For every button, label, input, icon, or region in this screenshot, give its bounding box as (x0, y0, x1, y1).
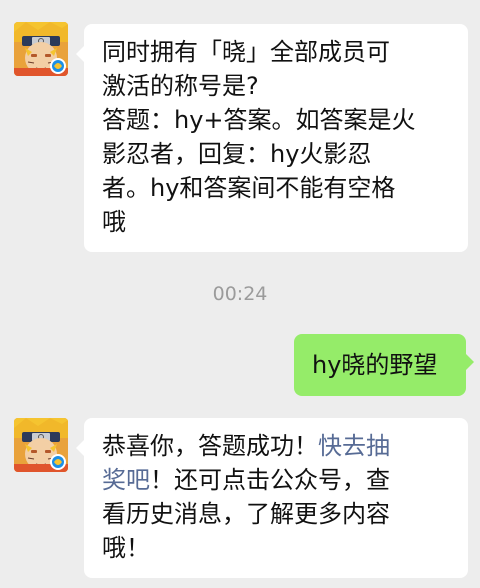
message-text: 恭喜你，答题成功！ (102, 432, 318, 460)
message-text: hy晓的野望 (312, 351, 438, 379)
message-bubble[interactable]: 恭喜你，答题成功！快去抽 奖吧！还可点击公众号，查 看历史消息，了解更多内容 哦… (76, 418, 468, 578)
message-line: 答题：hy+答案。如答案是火 (102, 106, 416, 134)
timestamp: 00:24 (212, 283, 268, 305)
avatar[interactable] (14, 418, 68, 472)
ninja-avatar-icon (14, 22, 68, 76)
message-line: 者。hy和答案间不能有空格 (102, 174, 396, 202)
message-line: 恭喜你，答题成功！快去抽 (102, 429, 450, 463)
ninja-avatar-icon (14, 418, 68, 472)
message-line: 哦！ (102, 534, 150, 562)
lottery-link[interactable]: 奖吧 (102, 466, 150, 494)
message-bubble-outgoing[interactable]: hy晓的野望 (294, 334, 474, 396)
message-line: 哦 (102, 208, 126, 236)
message-line: 同时拥有「晓」全部成员可 (102, 38, 390, 66)
message-line: 奖吧！还可点击公众号，查 (102, 463, 450, 497)
message-line: 看历史消息，了解更多内容 (102, 500, 390, 528)
message-text: ！还可点击公众号，查 (150, 466, 390, 494)
message-bubble[interactable]: 同时拥有「晓」全部成员可 激活的称号是? 答题：hy+答案。如答案是火 影忍者，… (76, 24, 468, 252)
message-line: 影忍者，回复：hy火影忍 (102, 140, 372, 168)
message-line: 激活的称号是? (102, 72, 259, 100)
lottery-link[interactable]: 快去抽 (318, 432, 390, 460)
avatar[interactable] (14, 22, 68, 76)
